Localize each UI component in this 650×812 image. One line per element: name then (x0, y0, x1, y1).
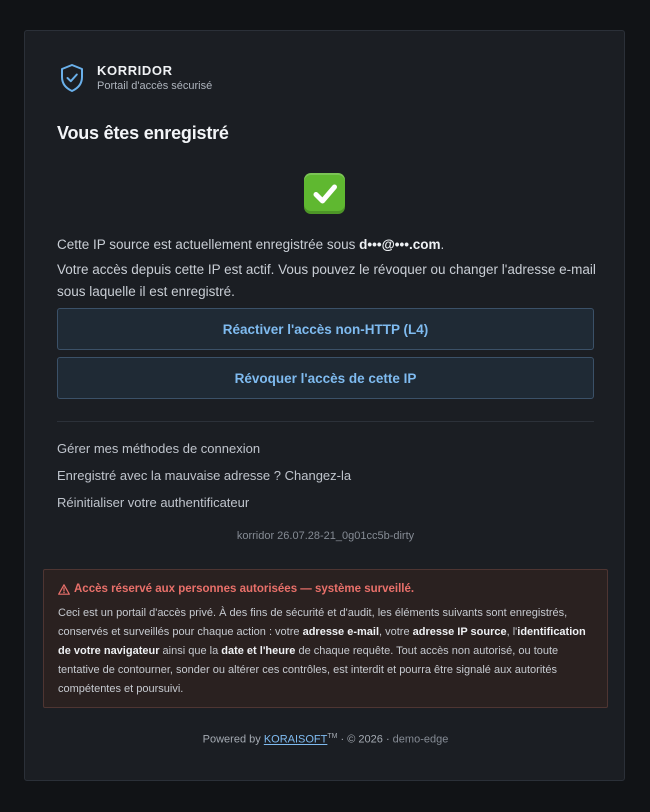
shield-check-icon (59, 63, 85, 93)
brand-subtitle: Portail d'accès sécurisé (97, 80, 213, 92)
warning-title-text: Accès réservé aux personnes autorisées —… (74, 583, 415, 595)
brand-header: KORRIDOR Portail d'accès sécurisé (59, 63, 212, 93)
warning-body: Ceci est un portail d'accès privé. À des… (58, 604, 593, 699)
registration-prefix: Cette IP source est actuellement enregis… (57, 237, 360, 252)
trademark-mark: TM (327, 733, 338, 740)
datetime-term: date et l'heure (221, 645, 296, 657)
brand-text: KORRIDOR Portail d'accès sécurisé (97, 63, 212, 93)
registration-description: Votre accès depuis cette IP est actif. V… (57, 262, 596, 299)
reactivate-l4-button[interactable]: Réactiver l'accès non-HTTP (L4) (57, 308, 594, 350)
monitoring-warning: Accès réservé aux personnes autorisées —… (43, 569, 608, 708)
copyright-text: · © 2026 · (337, 733, 393, 746)
registration-suffix: . (440, 237, 445, 252)
koraisoft-link[interactable]: KORAISOFT (264, 734, 328, 746)
divider (57, 421, 594, 422)
email-term: adresse e-mail (302, 626, 380, 638)
version-label: korridor 26.07.28-21_0g01cc5b-dirty (236, 530, 415, 542)
login-card: KORRIDOR Portail d'accès sécurisé Vous ê… (24, 30, 625, 781)
manage-methods-link[interactable]: Gérer mes méthodes de connexion (57, 441, 260, 456)
page-title: Vous êtes enregistré (57, 123, 229, 143)
reset-authenticator-link[interactable]: Réinitialiser votre authentificateur (57, 495, 249, 510)
warning-triangle-icon (58, 583, 70, 595)
masked-email: d•••@•••.com (359, 237, 441, 252)
registration-status: Cette IP source est actuellement enregis… (57, 234, 597, 256)
revoke-ip-button[interactable]: Révoquer l'accès de cette IP (57, 357, 594, 399)
footer: Powered by KORAISOFTTM · © 2026 · demo-e… (25, 733, 626, 746)
warning-text-4: ainsi que la (159, 645, 222, 657)
host-name: demo-edge (392, 733, 449, 746)
ip-term: adresse IP source (412, 626, 507, 638)
brand-name: KORRIDOR (97, 63, 173, 78)
green-check-icon (304, 173, 345, 214)
change-address-link[interactable]: Enregistré avec la mauvaise adresse ? Ch… (57, 468, 351, 483)
warning-title: Accès réservé aux personnes autorisées —… (58, 583, 593, 595)
warning-text-2: , votre (379, 626, 413, 638)
powered-by-text: Powered by (202, 733, 264, 746)
warning-text-3: , l' (506, 626, 518, 638)
